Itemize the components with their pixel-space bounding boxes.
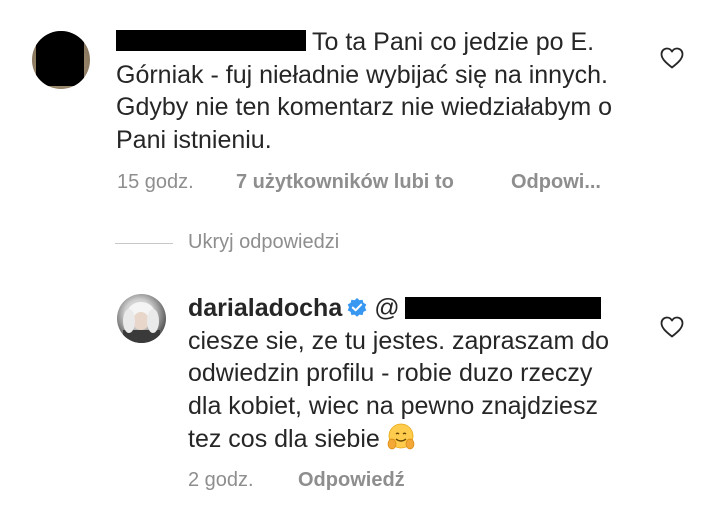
hugging-face-emoji — [387, 423, 415, 450]
reply-like-heart-icon[interactable] — [660, 316, 684, 338]
censored-mention — [405, 297, 601, 319]
avatar-photo — [123, 302, 160, 343]
censored-username — [116, 30, 306, 51]
reply-reply-button[interactable]: Odpowiedź — [298, 469, 405, 492]
comment-likes-link[interactable]: 7 użytkowników lubi to — [236, 171, 454, 194]
commenter-avatar[interactable] — [32, 31, 90, 89]
hide-replies-divider — [115, 243, 173, 244]
reply-avatar[interactable] — [117, 294, 166, 343]
avatar-censor-block — [36, 31, 84, 86]
reply-timestamp: 2 godz. — [188, 469, 254, 491]
hide-replies-button[interactable]: Ukryj odpowiedzi — [188, 231, 339, 254]
verified-badge-icon — [347, 298, 367, 317]
reply-username[interactable]: darialadocha — [188, 294, 342, 322]
mention-prefix[interactable]: @ — [374, 294, 399, 322]
comment-timestamp: 15 godz. — [117, 171, 194, 193]
like-heart-icon[interactable] — [660, 47, 684, 69]
comment-reply-button[interactable]: Odpowi... — [511, 171, 601, 194]
